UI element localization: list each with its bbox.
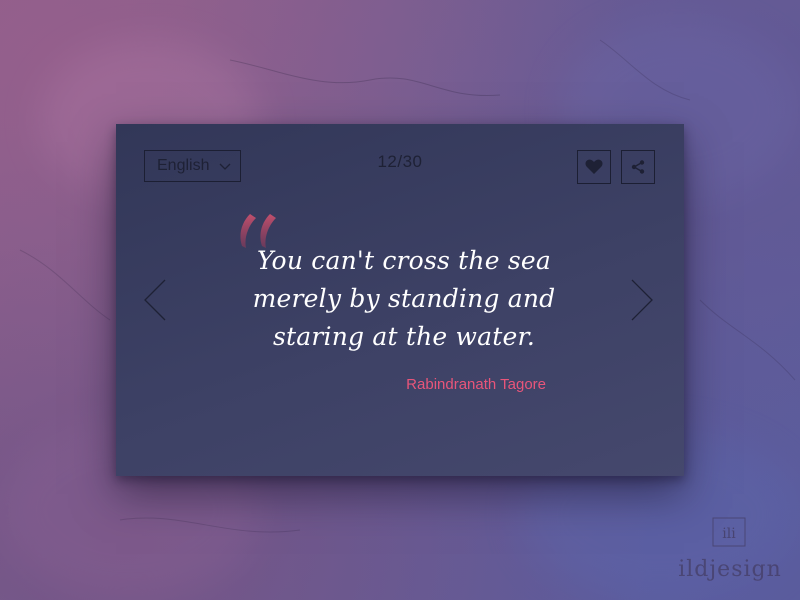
- chevron-left-icon[interactable]: [142, 278, 168, 322]
- favorite-button[interactable]: [577, 150, 611, 184]
- quote-author: Rabindranath Tagore: [406, 376, 546, 393]
- heart-icon: [585, 159, 603, 174]
- watermark-logo: ili ildjesign: [678, 517, 782, 582]
- svg-text:ili: ili: [722, 526, 736, 542]
- share-icon: [631, 160, 645, 174]
- chevron-right-icon[interactable]: [629, 278, 655, 322]
- svg-text:ildjesign: ildjesign: [678, 557, 782, 582]
- quote-card: English 12/30 You can't cross the sea me…: [116, 124, 684, 476]
- quote-text: You can't cross the sea merely by standi…: [252, 246, 556, 351]
- share-button[interactable]: [621, 150, 655, 184]
